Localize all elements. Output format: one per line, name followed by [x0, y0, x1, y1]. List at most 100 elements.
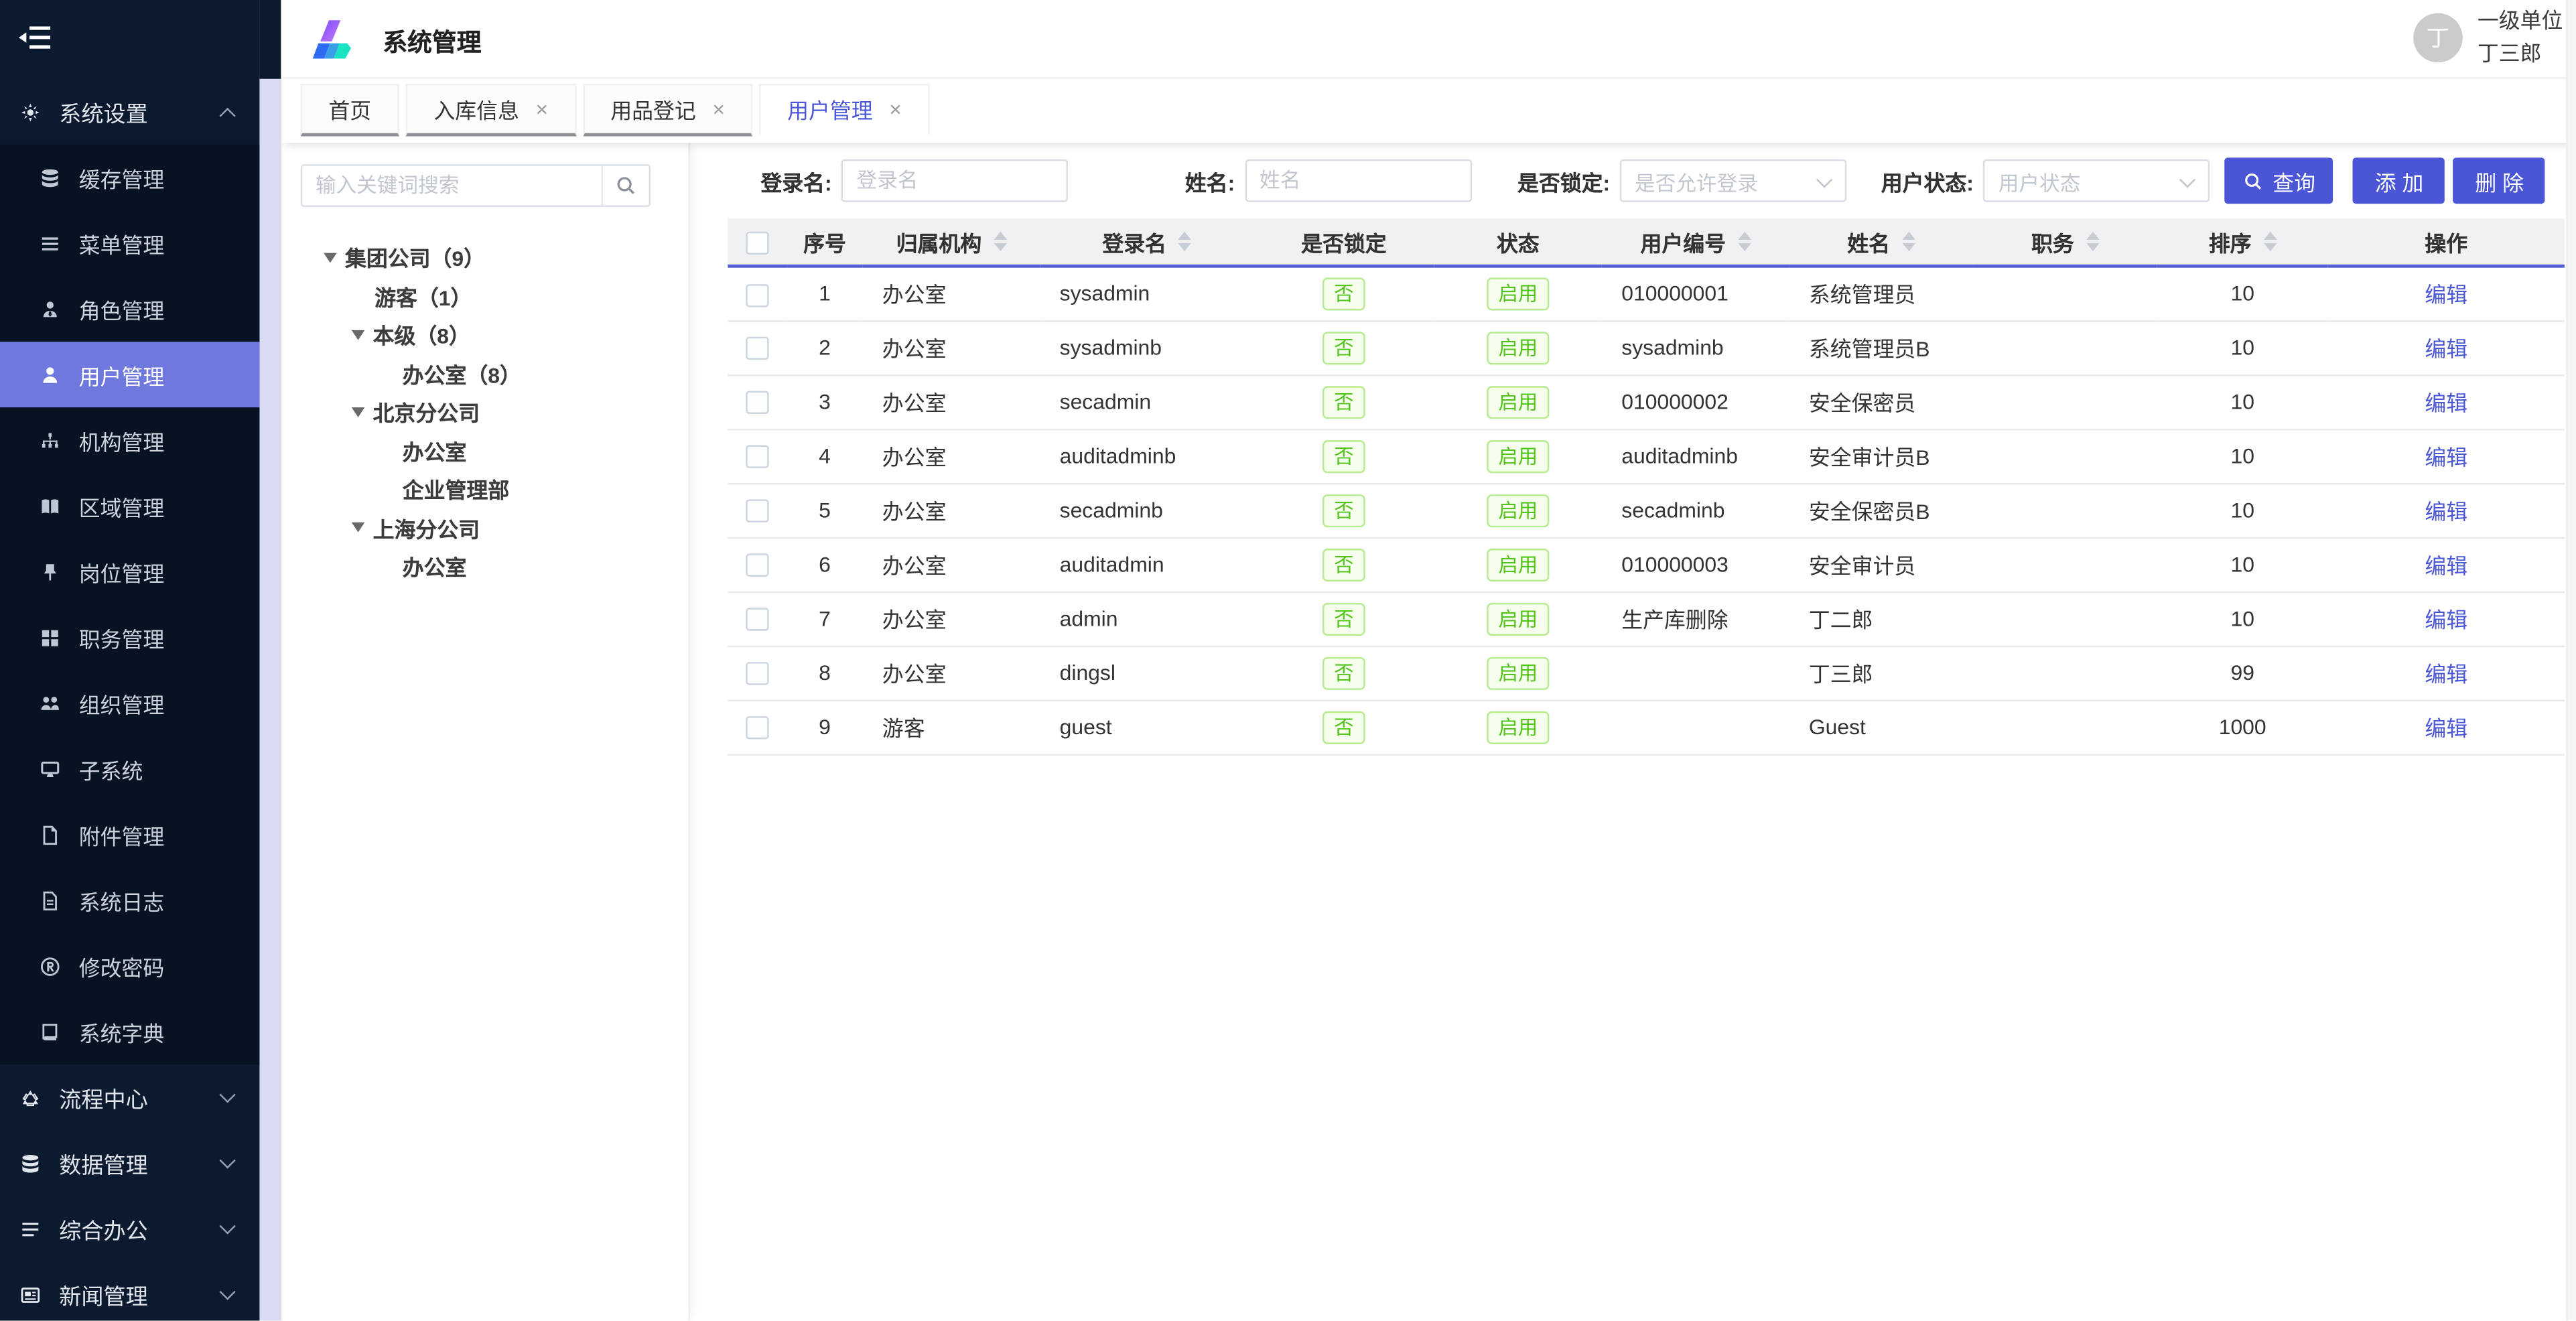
tree-node[interactable]: 集团公司（9）: [281, 238, 688, 277]
delete-button[interactable]: 删 除: [2453, 157, 2545, 204]
sidebar-section[interactable]: 数据管理: [0, 1130, 259, 1196]
sidebar-section[interactable]: 新闻管理: [0, 1261, 259, 1321]
cell-login: guest: [1040, 700, 1253, 754]
cell-seq: 6: [787, 537, 863, 592]
tab-label: 用品登记: [610, 94, 696, 125]
caret-down-icon[interactable]: [324, 253, 337, 263]
column-header-8[interactable]: 职务: [1973, 218, 2157, 266]
row-checkbox[interactable]: [746, 391, 768, 414]
sidebar-item[interactable]: 系统日志: [0, 867, 259, 933]
caret-down-icon[interactable]: [352, 523, 365, 533]
query-button[interactable]: 查询: [2225, 157, 2333, 204]
edit-link[interactable]: 编辑: [2425, 283, 2467, 307]
caret-down-icon[interactable]: [352, 407, 365, 417]
tree-node[interactable]: 上海分公司: [281, 508, 688, 547]
row-checkbox[interactable]: [746, 608, 768, 631]
sidebar-item[interactable]: 岗位管理: [0, 539, 259, 604]
edit-link[interactable]: 编辑: [2425, 499, 2467, 524]
tree-node[interactable]: 本级（8）: [281, 316, 688, 354]
sidebar-section[interactable]: 综合办公: [0, 1196, 259, 1261]
column-header-9[interactable]: 排序: [2157, 218, 2328, 266]
edit-link[interactable]: 编辑: [2425, 445, 2467, 470]
sort-icon[interactable]: [2263, 232, 2277, 251]
sort-icon[interactable]: [1737, 232, 1751, 251]
cell-login: sysadmin: [1040, 266, 1253, 320]
sort-icon[interactable]: [993, 232, 1006, 251]
sidebar-item[interactable]: 附件管理: [0, 802, 259, 867]
tree-node[interactable]: 办公室: [281, 547, 688, 586]
column-header-2[interactable]: 归属机构: [862, 218, 1040, 266]
row-checkbox[interactable]: [746, 283, 768, 306]
row-checkbox[interactable]: [746, 554, 768, 577]
sidebar-section[interactable]: 系统设置: [0, 79, 259, 145]
sidebar-scrollbar[interactable]: [259, 0, 281, 1321]
user-info[interactable]: 丁 一级单位 丁三郎: [2413, 5, 2563, 70]
edit-link[interactable]: 编辑: [2425, 716, 2467, 741]
select-all-checkbox[interactable]: [746, 231, 768, 254]
sidebar-item[interactable]: 组织管理: [0, 670, 259, 736]
cell-action: 编辑: [2328, 320, 2565, 374]
sidebar-item[interactable]: 修改密码: [0, 933, 259, 999]
sidebar-item-label: 附件管理: [79, 819, 165, 850]
cell-name: 系统管理员B: [1789, 320, 1973, 374]
sidebar-item[interactable]: 角色管理: [0, 276, 259, 342]
edit-link[interactable]: 编辑: [2425, 391, 2467, 416]
sidebar-item[interactable]: 系统字典: [0, 999, 259, 1064]
sidebar-item[interactable]: 菜单管理: [0, 210, 259, 276]
tab[interactable]: 首页: [301, 84, 399, 136]
edit-link[interactable]: 编辑: [2425, 553, 2467, 578]
cell-login: sysadminb: [1040, 320, 1253, 374]
row-checkbox[interactable]: [746, 445, 768, 468]
row-checkbox[interactable]: [746, 500, 768, 523]
page-scrollbar[interactable]: [2566, 0, 2576, 1321]
tree-node[interactable]: 办公室（8）: [281, 354, 688, 393]
tree-search-button[interactable]: [601, 166, 649, 206]
caret-down-icon[interactable]: [352, 330, 365, 340]
add-button[interactable]: 添 加: [2353, 157, 2445, 204]
cell-seq: 4: [787, 429, 863, 483]
close-icon[interactable]: ×: [535, 97, 548, 122]
sidebar-item[interactable]: 职务管理: [0, 604, 259, 670]
filter-login-input[interactable]: [841, 159, 1068, 202]
menu-fold-icon: [17, 19, 53, 56]
tab[interactable]: 用品登记 ×: [583, 84, 753, 136]
cell-login: secadminb: [1040, 483, 1253, 537]
filter-status-select[interactable]: 用户状态: [1984, 159, 2210, 202]
sidebar-item[interactable]: 区域管理: [0, 473, 259, 539]
sidebar-item[interactable]: 机构管理: [0, 407, 259, 473]
edit-link[interactable]: 编辑: [2425, 337, 2467, 362]
row-checkbox[interactable]: [746, 663, 768, 685]
map-icon: [40, 495, 61, 516]
sidebar-item[interactable]: 用户管理: [0, 342, 259, 407]
edit-link[interactable]: 编辑: [2425, 662, 2467, 687]
filter-name-input[interactable]: [1245, 159, 1471, 202]
cell-org: 办公室: [862, 320, 1040, 374]
table-row: 1办公室sysadmin否启用010000001系统管理员10编辑: [728, 266, 2565, 320]
sort-icon[interactable]: [1178, 232, 1191, 251]
tree-node[interactable]: 北京分公司: [281, 393, 688, 431]
tree-node[interactable]: 办公室: [281, 431, 688, 470]
sidebar-section[interactable]: 流程中心: [0, 1064, 259, 1130]
close-icon[interactable]: ×: [712, 97, 725, 122]
row-checkbox[interactable]: [746, 337, 768, 360]
filter-locked-select[interactable]: 是否允许登录: [1620, 159, 1846, 202]
sidebar-item[interactable]: 缓存管理: [0, 145, 259, 210]
column-header-6[interactable]: 用户编号: [1602, 218, 1789, 266]
tree-node[interactable]: 企业管理部: [281, 470, 688, 508]
tab[interactable]: 用户管理×: [759, 84, 929, 136]
column-header-3[interactable]: 登录名: [1040, 218, 1253, 266]
edit-link[interactable]: 编辑: [2425, 608, 2467, 632]
sidebar-collapse-button[interactable]: [17, 19, 56, 59]
status-badge: 否: [1323, 656, 1365, 689]
tab[interactable]: 入库信息×: [406, 84, 576, 136]
sort-icon[interactable]: [2086, 232, 2099, 251]
column-header-7[interactable]: 姓名: [1789, 218, 1973, 266]
sidebar-item-label: 系统日志: [79, 884, 165, 916]
close-icon[interactable]: ×: [889, 97, 902, 122]
sort-icon[interactable]: [1901, 232, 1915, 251]
sidebar-item[interactable]: 子系统: [0, 736, 259, 802]
tree-node[interactable]: 游客（1）: [281, 277, 688, 316]
row-checkbox[interactable]: [746, 717, 768, 740]
tree-search-input[interactable]: [302, 166, 601, 206]
sidebar-section-label: 数据管理: [59, 1147, 222, 1180]
